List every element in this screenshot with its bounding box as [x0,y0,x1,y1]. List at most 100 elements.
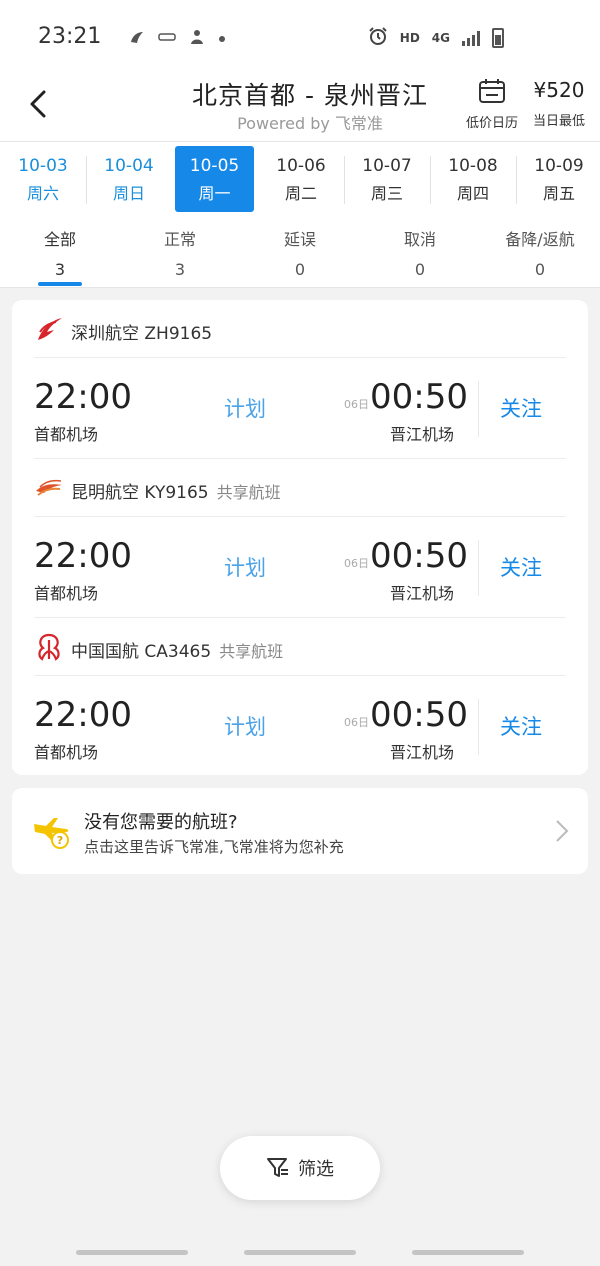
tab-count: 0 [294,260,306,279]
tab-count: 3 [174,260,186,279]
filter-button[interactable]: 筛选 [220,1136,380,1200]
weekday-label: 周二 [284,184,317,203]
kunming-airlines-logo [36,479,62,496]
network-type-label: 4G [431,30,450,45]
missing-flight-feedback[interactable]: ? 没有您需要的航班? 点击这里告诉飞常准,飞常准将为您补充 [12,788,588,874]
calendar-label: 低价日历 [465,116,518,131]
missing-flight-title: 没有您需要的航班? [84,812,238,833]
nav-home-button[interactable] [244,1250,356,1255]
flight-row[interactable]: 22:00 首都机场 计划 06日 00:50 晋江机场 关注 [34,518,566,618]
tab-cancelled[interactable]: 取消 0 [370,226,470,279]
person-icon [188,28,206,49]
calendar-icon [479,79,505,103]
tab-all[interactable]: 全部 3 [10,226,110,279]
date-tab[interactable]: 10-09 周五 [516,146,600,212]
departure-time: 22:00 [34,695,132,735]
tab-diverted[interactable]: 备降/返航 0 [490,226,590,279]
tab-normal[interactable]: 正常 3 [130,226,230,279]
active-tab-indicator [38,282,82,286]
date-label: 10-09 [534,156,584,176]
dot-icon [218,32,226,46]
airline-name: 昆明航空 KY9165 共享航班 [71,478,281,503]
battery-icon [492,27,504,48]
app-icon [158,31,176,46]
divider [478,540,479,596]
follow-button[interactable]: 关注 [500,552,542,582]
signal-icon [462,30,480,46]
tab-delayed[interactable]: 延误 0 [250,226,350,279]
weekday-label: 周三 [370,184,403,203]
date-tab[interactable]: 10-03 周六 [0,146,86,212]
shenzhen-airlines-logo [38,318,62,340]
airline-header: 深圳航空 ZH9165 [34,300,566,358]
tab-label: 正常 [163,230,196,249]
flight-row[interactable]: 22:00 首都机场 计划 06日 00:50 晋江机场 关注 [34,359,566,459]
weekday-label: 周五 [542,184,575,203]
codeshare-label: 共享航班 [216,483,281,502]
departure-airport: 首都机场 [34,743,99,762]
weekday-label: 周四 [456,184,489,203]
lowest-price-label: 当日最低 [532,114,585,129]
date-label: 10-06 [276,156,326,176]
lowest-price-button[interactable]: ¥520 当日最低 [528,78,590,129]
arrival-time: 00:50 [370,536,468,576]
tab-label: 全部 [43,230,76,249]
alarm-icon [368,26,388,49]
departure-airport: 首都机场 [34,584,99,603]
follow-button[interactable]: 关注 [500,393,542,423]
flight-row[interactable]: 22:00 首都机场 计划 06日 00:50 晋江机场 关注 [34,677,566,777]
date-tab[interactable]: 10-07 周三 [344,146,430,212]
arrival-airport: 晋江机场 [390,584,455,603]
date-label: 10-04 [104,156,154,176]
nav-back-button[interactable] [412,1250,524,1255]
air-china-logo [38,633,60,661]
system-nav-bar [0,1242,600,1266]
airline-flight-number: 中国国航 CA3465 [71,642,212,662]
arrival-day: 06日 [344,557,369,570]
tab-count: 3 [54,260,66,279]
date-label: 10-07 [362,156,412,176]
flight-status-tabs: 全部 3 正常 3 延误 0 取消 0 备降/返航 0 [0,218,600,288]
date-tab[interactable]: 10-08 周四 [430,146,516,212]
filter-label: 筛选 [298,1159,334,1180]
arrival-time: 00:50 [370,695,468,735]
date-selector: 10-03 周六 10-04 周日 10-05 周一 10-06 周二 10-0… [0,142,600,218]
airline-name: 中国国航 CA3465 共享航班 [71,637,283,662]
system-icons: HD 4G [368,26,504,49]
plane-question-icon: ? [34,818,69,849]
svg-text:?: ? [57,834,63,847]
status-time: 23:21 [38,24,102,49]
status-bar: 23:21 HD 4G [0,0,600,74]
xiaohongshu-icon [128,28,146,49]
airline-header: 昆明航空 KY9165 共享航班 [34,459,566,517]
flight-status: 计划 [224,715,266,739]
airline-flight-number: 深圳航空 ZH9165 [71,324,213,344]
airline-header: 中国国航 CA3465 共享航班 [34,618,566,676]
tab-count: 0 [414,260,426,279]
hd-label: HD [399,30,420,45]
departure-airport: 首都机场 [34,425,99,444]
back-button[interactable] [22,86,58,122]
weekday-label: 周六 [26,184,59,203]
date-label: 10-05 [189,156,240,176]
departure-time: 22:00 [34,377,132,417]
header: 北京首都 - 泉州晋江 Powered by 飞常准 低价日历 ¥520 当日最… [0,74,600,142]
tab-label: 取消 [403,230,436,249]
arrival-day: 06日 [344,398,369,411]
nav-recent-button[interactable] [76,1250,188,1255]
date-tab[interactable]: 10-06 周二 [258,146,344,212]
low-price-calendar-button[interactable]: 低价日历 [462,78,522,131]
filter-icon [267,1158,288,1177]
tab-label: 备降/返航 [505,230,575,249]
arrival-airport: 晋江机场 [390,743,455,762]
airline-name: 深圳航空 ZH9165 [71,319,220,344]
follow-button[interactable]: 关注 [500,711,542,741]
arrival-airport: 晋江机场 [390,425,455,444]
departure-time: 22:00 [34,536,132,576]
route-title: 北京首都 - 泉州晋江 [192,81,428,110]
missing-flight-subtitle: 点击这里告诉飞常准,飞常准将为您补充 [84,838,344,856]
flight-list-card: 深圳航空 ZH9165 22:00 首都机场 计划 06日 00:50 晋江机场… [12,300,588,775]
date-tab[interactable]: 10-04 周日 [86,146,172,212]
airline-flight-number: 昆明航空 KY9165 [71,483,209,503]
date-tab-selected[interactable]: 10-05 周一 [175,146,254,212]
